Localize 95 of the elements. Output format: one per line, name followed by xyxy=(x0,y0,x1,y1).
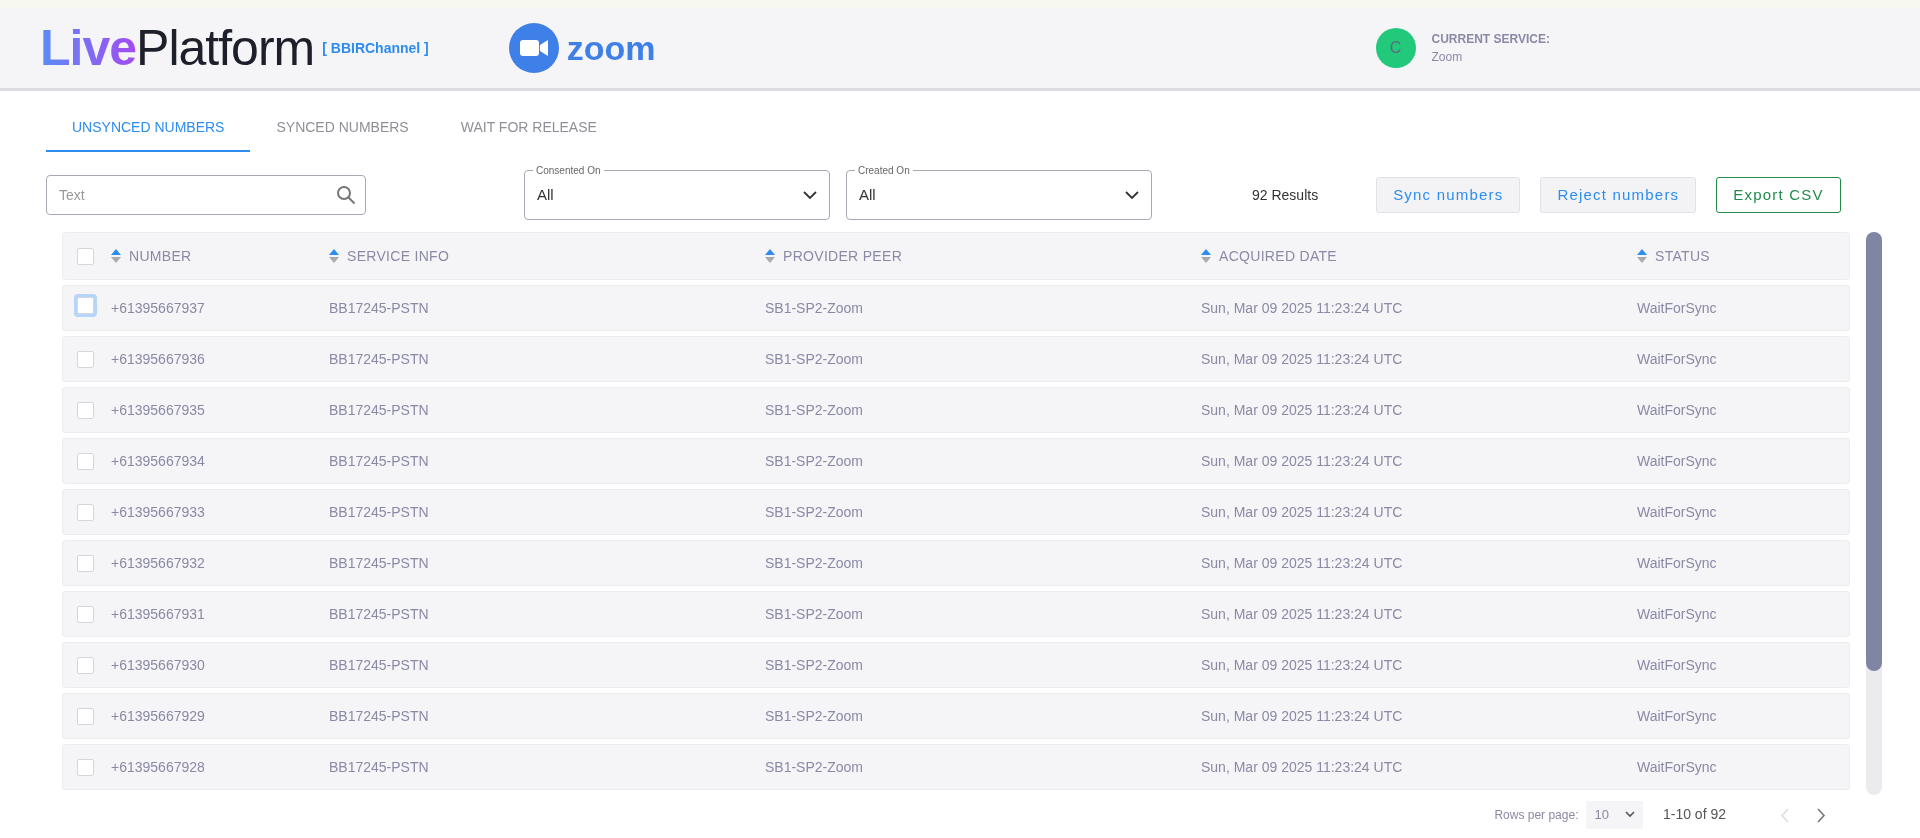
tab[interactable]: SYNCED NUMBERS xyxy=(250,105,435,152)
chevron-down-icon xyxy=(1624,811,1635,819)
action-button[interactable]: Export CSV xyxy=(1716,177,1841,213)
action-button[interactable]: Sync numbers xyxy=(1376,177,1521,213)
table-cell: SB1-SP2-Zoom xyxy=(765,401,864,418)
table-cell: BB17245-PSTN xyxy=(329,299,429,316)
table-cell: SB1-SP2-Zoom xyxy=(765,656,864,673)
table-cell: Sun, Mar 09 2025 11:23:24 UTC xyxy=(1201,758,1403,775)
checkbox[interactable] xyxy=(77,758,94,776)
table-cell: WaitForSync xyxy=(1637,605,1717,622)
sort-icon[interactable] xyxy=(329,249,339,263)
table-cell: +61395667932 xyxy=(111,554,205,571)
dropdown-value: All xyxy=(537,184,555,205)
table-cell: SB1-SP2-Zoom xyxy=(765,299,864,316)
table-cell: WaitForSync xyxy=(1637,758,1717,775)
table-cell: SB1-SP2-Zoom xyxy=(765,350,864,367)
table-cell: BB17245-PSTN xyxy=(329,401,429,418)
table-cell: Sun, Mar 09 2025 11:23:24 UTC xyxy=(1201,554,1403,571)
checkbox[interactable] xyxy=(77,452,94,470)
table-cell: BB17245-PSTN xyxy=(329,758,429,775)
sort-icon[interactable] xyxy=(1201,249,1211,263)
results-count: 92 Results xyxy=(1252,185,1319,205)
table-cell: +61395667935 xyxy=(111,401,205,418)
table-cell: WaitForSync xyxy=(1637,350,1717,367)
table-cell: Sun, Mar 09 2025 11:23:24 UTC xyxy=(1201,605,1403,622)
checkbox[interactable] xyxy=(77,656,94,674)
table-cell: +61395667936 xyxy=(111,350,205,367)
table-cell: WaitForSync xyxy=(1637,452,1717,469)
current-service-name: Zoom xyxy=(1431,49,1464,66)
table-cell: BB17245-PSTN xyxy=(329,707,429,724)
table-cell: Sun, Mar 09 2025 11:23:24 UTC xyxy=(1201,707,1403,724)
chevron-down-icon xyxy=(1125,190,1139,200)
page-range: 1-10 of 92 xyxy=(1662,805,1726,825)
checkbox[interactable] xyxy=(77,247,94,265)
table-cell: WaitForSync xyxy=(1637,656,1717,673)
video-camera-icon xyxy=(508,23,559,73)
table-cell: WaitForSync xyxy=(1637,554,1717,571)
table-cell: SB1-SP2-Zoom xyxy=(765,707,864,724)
current-service-label: CURRENT SERVICE: xyxy=(1431,31,1550,48)
column-header: ACQUIRED DATE xyxy=(1219,246,1337,266)
avatar: C xyxy=(1375,28,1416,68)
column-header: NUMBER xyxy=(129,246,192,266)
table-cell: Sun, Mar 09 2025 11:23:24 UTC xyxy=(1201,452,1403,469)
table-cell: BB17245-PSTN xyxy=(329,350,429,367)
search-icon xyxy=(336,185,356,205)
table-cell: +61395667928 xyxy=(111,758,205,775)
table-cell: +61395667931 xyxy=(111,605,205,622)
checkbox[interactable] xyxy=(77,401,94,419)
service-logo-text: zoom xyxy=(566,27,656,69)
table-cell: +61395667933 xyxy=(111,503,205,520)
column-header: STATUS xyxy=(1655,246,1710,266)
table-cell: Sun, Mar 09 2025 11:23:24 UTC xyxy=(1201,401,1403,418)
tab[interactable]: UNSYNCED NUMBERS xyxy=(46,105,251,152)
table-cell: SB1-SP2-Zoom xyxy=(765,554,864,571)
checkbox[interactable] xyxy=(77,554,94,572)
sort-icon[interactable] xyxy=(111,249,121,263)
table-cell: BB17245-PSTN xyxy=(329,605,429,622)
checkbox[interactable] xyxy=(77,605,94,623)
table-cell: BB17245-PSTN xyxy=(329,656,429,673)
table-cell: BB17245-PSTN xyxy=(329,503,429,520)
table-cell: +61395667929 xyxy=(111,707,205,724)
table-cell: +61395667937 xyxy=(111,299,205,316)
logo-text: Platform xyxy=(136,18,315,78)
action-button[interactable]: Reject numbers xyxy=(1540,177,1697,213)
checkbox[interactable] xyxy=(77,350,94,368)
checkbox[interactable] xyxy=(77,707,94,725)
table-cell: Sun, Mar 09 2025 11:23:24 UTC xyxy=(1201,350,1403,367)
table-cell: +61395667934 xyxy=(111,452,205,469)
rows-per-page-label: Rows per page: xyxy=(1494,806,1579,824)
table-cell: WaitForSync xyxy=(1637,707,1717,724)
table-cell: +61395667930 xyxy=(111,656,205,673)
checkbox[interactable] xyxy=(77,503,94,521)
channel-name: [ BBIRChannel ] xyxy=(322,38,429,58)
sort-icon[interactable] xyxy=(765,249,775,263)
search-field[interactable]: Text xyxy=(46,175,366,215)
table-cell: BB17245-PSTN xyxy=(329,452,429,469)
table-cell: Sun, Mar 09 2025 11:23:24 UTC xyxy=(1201,656,1403,673)
dropdown-value: All xyxy=(859,184,877,205)
scrollbar[interactable] xyxy=(1866,232,1882,795)
column-header: PROVIDER PEER xyxy=(783,246,903,266)
table-cell: SB1-SP2-Zoom xyxy=(765,605,864,622)
chevron-down-icon xyxy=(803,190,817,200)
table-cell: Sun, Mar 09 2025 11:23:24 UTC xyxy=(1201,503,1403,520)
table-cell: BB17245-PSTN xyxy=(329,554,429,571)
table-cell: WaitForSync xyxy=(1637,299,1717,316)
rows-per-page-select[interactable]: 10 xyxy=(1586,801,1643,829)
table-cell: SB1-SP2-Zoom xyxy=(765,503,864,520)
tab[interactable]: WAIT FOR RELEASE xyxy=(434,105,623,152)
table-cell: WaitForSync xyxy=(1637,503,1717,520)
table-cell: Sun, Mar 09 2025 11:23:24 UTC xyxy=(1201,299,1403,316)
table-cell: SB1-SP2-Zoom xyxy=(765,758,864,775)
column-header: SERVICE INFO xyxy=(347,246,450,266)
sort-icon[interactable] xyxy=(1637,249,1647,263)
table-cell: WaitForSync xyxy=(1637,401,1717,418)
table-cell: SB1-SP2-Zoom xyxy=(765,452,864,469)
